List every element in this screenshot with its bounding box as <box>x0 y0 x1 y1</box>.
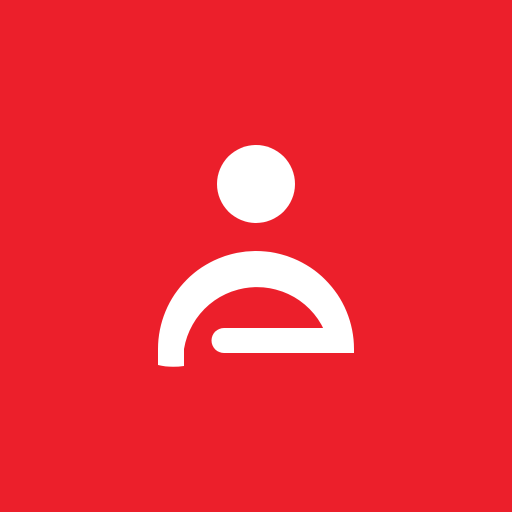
person-logo-icon <box>158 145 354 367</box>
person-inner-bar <box>211 328 331 353</box>
person-head <box>217 145 295 223</box>
app-icon-tile <box>0 0 512 512</box>
